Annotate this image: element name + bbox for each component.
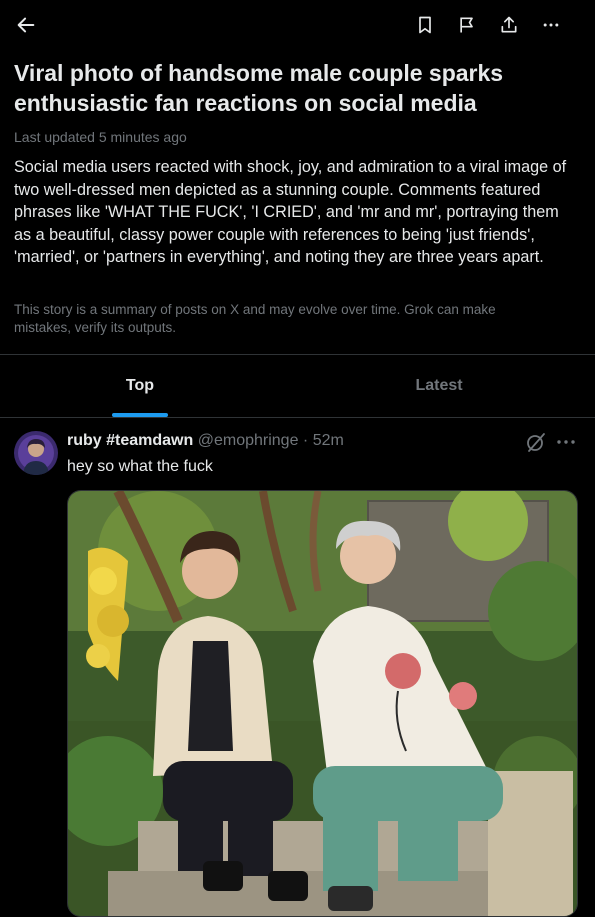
- post-time[interactable]: 52m: [313, 432, 344, 449]
- grok-button[interactable]: [524, 430, 548, 454]
- tab-top[interactable]: Top: [0, 355, 280, 417]
- grok-icon: [527, 433, 545, 452]
- post-header: ruby #teamdawn @emophringe · 52m: [67, 432, 344, 450]
- post-more-button[interactable]: [554, 430, 578, 454]
- top-bar: [0, 0, 595, 50]
- post-image[interactable]: [67, 490, 578, 917]
- divider: [0, 417, 595, 418]
- share-button[interactable]: [489, 10, 529, 40]
- bookmark-button[interactable]: [405, 10, 445, 40]
- tab-latest[interactable]: Latest: [298, 355, 580, 417]
- more-icon: [557, 440, 575, 444]
- post-text: hey so what the fuck: [67, 458, 213, 475]
- last-updated: Last updated 5 minutes ago: [14, 129, 187, 145]
- report-button[interactable]: [447, 10, 487, 40]
- back-button[interactable]: [10, 9, 42, 41]
- flag-icon: [460, 17, 473, 33]
- more-button[interactable]: [531, 10, 571, 40]
- share-icon: [501, 16, 517, 33]
- story-headline: Viral photo of handsome male couple spar…: [14, 60, 504, 116]
- display-name[interactable]: ruby #teamdawn: [67, 432, 193, 449]
- more-icon: [543, 23, 559, 27]
- separator: ·: [302, 432, 309, 449]
- avatar[interactable]: [14, 431, 58, 475]
- bookmark-icon: [419, 16, 431, 34]
- arrow-left-icon: [17, 17, 35, 33]
- story-disclaimer: This story is a summary of posts on X an…: [14, 302, 496, 335]
- story-summary: Social media users reacted with shock, j…: [14, 158, 567, 266]
- tab-bar: Top Latest: [0, 355, 595, 417]
- user-handle[interactable]: @emophringe: [198, 432, 299, 449]
